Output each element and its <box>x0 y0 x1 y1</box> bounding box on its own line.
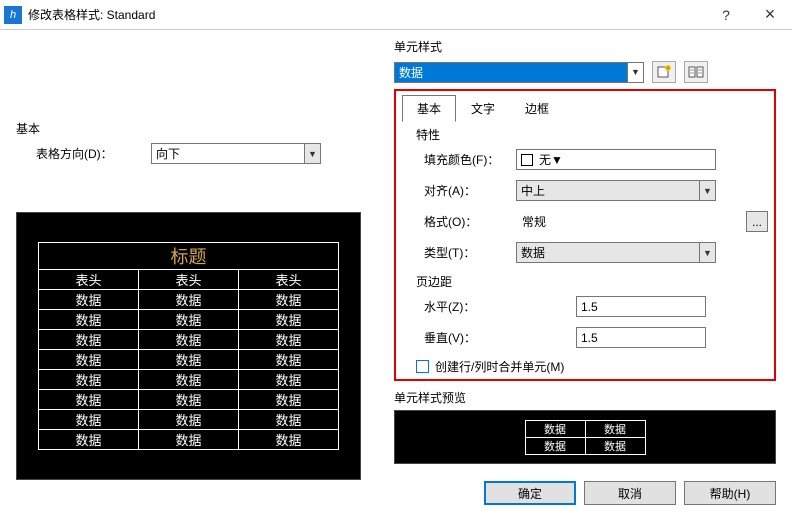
margins-group: 页边距 <box>416 275 452 289</box>
horiz-margin-label: 水平(Z)： <box>416 298 576 315</box>
tab-border[interactable]: 边框 <box>510 95 564 122</box>
chevron-down-icon: ▼ <box>699 181 715 200</box>
type-value: 数据 <box>521 244 545 261</box>
chevron-down-icon: ▼ <box>627 63 643 82</box>
color-swatch-icon <box>521 154 533 166</box>
manage-style-button[interactable] <box>684 61 708 83</box>
preview-header: 表头 <box>39 270 139 290</box>
cell-style-group: 单元样式 <box>394 38 776 55</box>
chevron-down-icon: ▼ <box>551 153 563 167</box>
format-label: 格式(O)： <box>416 213 516 230</box>
basic-group-label: 基本 <box>16 120 386 137</box>
direction-value: 向下 <box>156 145 180 162</box>
tab-bar: 基本 文字 边框 <box>402 95 768 122</box>
properties-group: 特性 <box>416 128 440 142</box>
align-value: 中上 <box>521 182 545 199</box>
cell-style-preview: 数据数据 数据数据 <box>394 410 776 464</box>
vert-margin-label: 垂直(V)： <box>416 329 576 346</box>
table-preview: 标题 表头表头表头 数据数据数据 数据数据数据 数据数据数据 数据数据数据 数据… <box>16 212 361 480</box>
tab-text[interactable]: 文字 <box>456 95 510 122</box>
direction-label: 表格方向(D)： <box>16 145 151 162</box>
preview-data: 数据 <box>39 290 139 310</box>
window-title: 修改表格样式: Standard <box>28 6 704 23</box>
chevron-down-icon: ▼ <box>304 144 320 163</box>
cancel-button[interactable]: 取消 <box>584 481 676 505</box>
titlebar: h 修改表格样式: Standard ? × <box>0 0 792 30</box>
fill-color-value: 无 <box>539 151 551 168</box>
highlighted-section: 基本 文字 边框 特性 填充颜色(F)： 无 ▼ <box>394 89 776 381</box>
close-button[interactable]: × <box>748 0 792 30</box>
type-label: 类型(T)： <box>416 244 516 261</box>
chevron-down-icon: ▼ <box>699 243 715 262</box>
format-value: 常规 <box>516 213 676 230</box>
ok-button[interactable]: 确定 <box>484 481 576 505</box>
horiz-margin-input[interactable] <box>576 296 706 317</box>
align-combo[interactable]: 中上 ▼ <box>516 180 716 201</box>
new-style-button[interactable] <box>652 61 676 83</box>
vert-margin-input[interactable] <box>576 327 706 348</box>
align-label: 对齐(A)： <box>416 182 516 199</box>
fill-color-label: 填充颜色(F)： <box>416 151 516 168</box>
cell-style-combo[interactable]: 数据 ▼ <box>394 62 644 83</box>
help-button[interactable]: ? <box>704 0 748 30</box>
merge-checkbox[interactable] <box>416 360 429 373</box>
help-button[interactable]: 帮助(H) <box>684 481 776 505</box>
fill-color-combo[interactable]: 无 ▼ <box>516 149 716 170</box>
tab-basic[interactable]: 基本 <box>402 95 456 122</box>
format-browse-button[interactable]: ... <box>746 211 768 232</box>
app-icon: h <box>4 6 22 24</box>
cell-style-value: 数据 <box>399 64 423 81</box>
type-combo[interactable]: 数据 ▼ <box>516 242 716 263</box>
table-direction-combo[interactable]: 向下 ▼ <box>151 143 321 164</box>
cell-preview-label: 单元样式预览 <box>394 389 776 406</box>
merge-label: 创建行/列时合并单元(M) <box>435 358 564 375</box>
preview-title: 标题 <box>39 243 339 270</box>
